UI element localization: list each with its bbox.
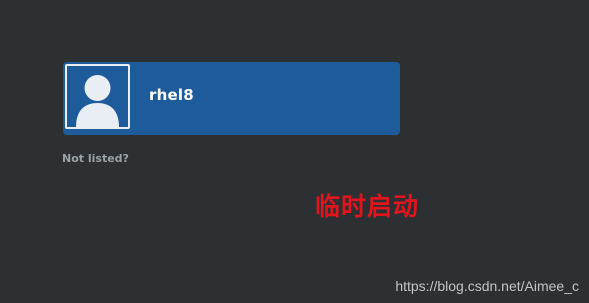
user-list-item-rhel8[interactable]: rhel8: [63, 62, 400, 135]
user-avatar-icon: [76, 75, 119, 127]
username-label: rhel8: [149, 86, 194, 104]
watermark: https://blog.csdn.net/Aimee_c: [395, 278, 579, 294]
avatar: [65, 64, 130, 129]
not-listed-link[interactable]: Not listed?: [62, 152, 129, 165]
annotation-text: 临时启动: [315, 192, 420, 221]
